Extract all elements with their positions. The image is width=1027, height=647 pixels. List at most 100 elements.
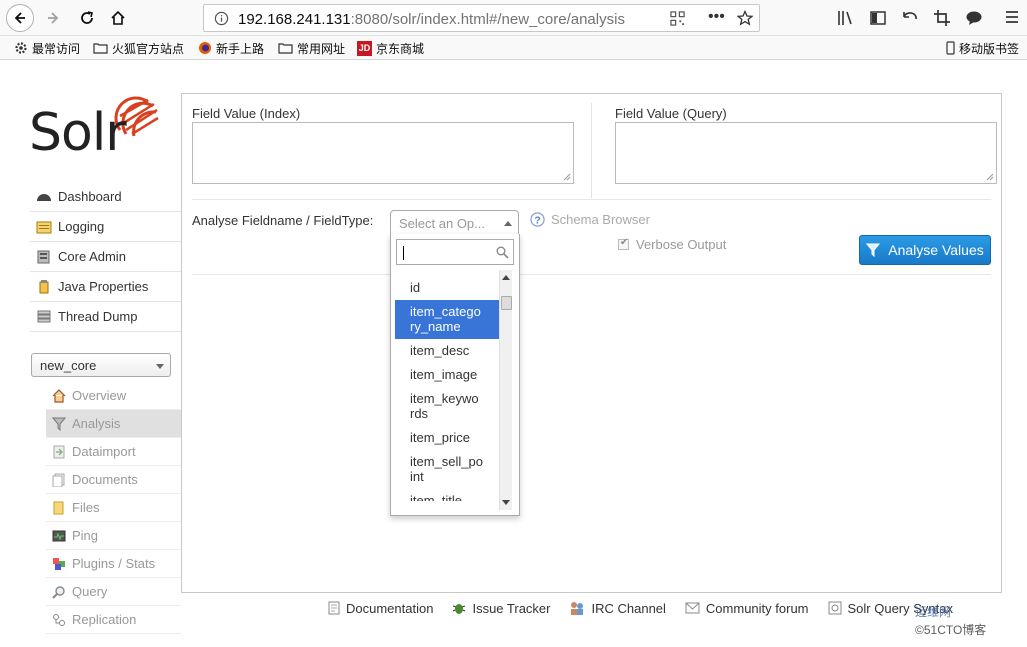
dropdown-option[interactable]: item_title — [395, 489, 499, 501]
dropdown-option[interactable]: item_keywo rds — [395, 387, 499, 426]
java-properties-icon — [36, 279, 52, 294]
replication-icon — [52, 613, 66, 627]
library-icon[interactable] — [837, 9, 855, 27]
overview-icon — [52, 388, 66, 403]
chevron-down-icon — [156, 364, 164, 369]
footer-documentation-link[interactable]: Documentation — [328, 600, 433, 616]
core-menu-item-query[interactable]: Query — [46, 578, 181, 606]
analyse-values-button[interactable]: Analyse Values — [859, 235, 991, 265]
documents-icon — [52, 473, 66, 487]
core-menu: Overview Analysis Dataimport Documents F… — [46, 382, 181, 634]
url-bar[interactable]: 192.168.241.131:8080/solr/index.html#/ne… — [203, 4, 760, 32]
bookmark-jd[interactable]: JD 京东商城 — [357, 40, 424, 56]
crop-icon[interactable] — [933, 9, 951, 27]
dropdown-option[interactable]: item_image — [395, 363, 499, 387]
back-button[interactable] — [6, 4, 34, 32]
scrollbar-thumb[interactable] — [501, 296, 512, 310]
ping-icon — [52, 529, 66, 543]
chat-icon[interactable] — [965, 9, 983, 27]
text-cursor — [403, 246, 404, 260]
forward-arrow-icon — [48, 12, 59, 24]
core-selector[interactable]: new_core — [31, 353, 171, 377]
people-icon — [571, 602, 584, 615]
menu-item-dashboard[interactable]: Dashboard — [30, 182, 181, 212]
footer-links: Documentation Issue Tracker IRC Channel … — [328, 600, 972, 616]
checkbox-checked-icon[interactable] — [618, 237, 629, 250]
scroll-down-arrow-icon[interactable] — [502, 500, 510, 506]
folder-icon — [93, 43, 108, 54]
mail-icon — [685, 602, 700, 614]
bookmark-mobile[interactable]: 移动版书签 — [946, 40, 1019, 56]
info-icon[interactable] — [214, 11, 229, 26]
undo-icon[interactable] — [901, 9, 919, 27]
dataimport-icon — [52, 445, 66, 459]
bug-icon — [453, 604, 466, 614]
watermark: ©51CTO博客 — [915, 623, 987, 637]
logging-icon — [36, 220, 52, 234]
bookmark-firefox-official[interactable]: 火狐官方站点 — [93, 40, 184, 56]
core-menu-item-plugins-stats[interactable]: Plugins / Stats — [46, 550, 181, 578]
dropdown-option[interactable]: id — [395, 276, 499, 300]
chevron-up-icon — [504, 221, 512, 226]
back-arrow-icon — [14, 12, 25, 24]
folder-icon — [278, 43, 293, 54]
footer-community-forum-link[interactable]: Community forum — [685, 600, 809, 616]
verbose-output-checkbox[interactable]: Verbose Output — [618, 237, 726, 252]
hamburger-menu-icon[interactable] — [1004, 9, 1020, 25]
resize-handle-icon[interactable] — [986, 173, 994, 181]
qr-code-icon[interactable] — [670, 11, 685, 26]
document-icon — [328, 601, 340, 615]
field-value-query-input[interactable] — [615, 122, 997, 184]
core-menu-item-ping[interactable]: Ping — [46, 522, 181, 550]
fieldname-select[interactable]: Select an Op... — [390, 210, 519, 235]
resize-handle-icon[interactable] — [563, 173, 571, 181]
firefox-icon — [199, 42, 211, 54]
reload-button[interactable] — [74, 5, 100, 31]
core-menu-item-analysis[interactable]: Analysis — [46, 410, 181, 438]
help-icon: ? — [530, 212, 545, 227]
dropdown-option[interactable]: item_sell_po int — [395, 450, 499, 489]
dashboard-icon — [36, 190, 52, 204]
fieldname-dropdown: id item_catego ry_name item_desc item_im… — [390, 234, 520, 516]
schema-browser-link[interactable]: ? Schema Browser — [530, 212, 650, 227]
dropdown-option[interactable]: item_price — [395, 426, 499, 450]
scroll-up-arrow-icon[interactable] — [502, 274, 510, 280]
dropdown-option[interactable]: item_desc — [395, 339, 499, 363]
plugins-icon — [52, 557, 66, 571]
watermark: 运维网 — [915, 605, 952, 619]
menu-item-java-properties[interactable]: Java Properties — [30, 272, 181, 302]
browser-toolbar: 192.168.241.131:8080/solr/index.html#/ne… — [0, 0, 1027, 36]
core-admin-icon — [36, 250, 52, 264]
core-menu-item-overview[interactable]: Overview — [46, 382, 181, 410]
divider — [591, 103, 592, 198]
bookmark-common-sites[interactable]: 常用网址 — [278, 40, 345, 56]
core-menu-item-replication[interactable]: Replication — [46, 606, 181, 634]
fieldname-label: Analyse Fieldname / FieldType: — [192, 213, 374, 228]
forward-button[interactable] — [40, 5, 66, 31]
footer-issue-tracker-link[interactable]: Issue Tracker — [452, 600, 550, 616]
menu-item-core-admin[interactable]: Core Admin — [30, 242, 181, 272]
home-button[interactable] — [105, 5, 131, 31]
menu-item-thread-dump[interactable]: Thread Dump — [30, 302, 181, 332]
thread-dump-icon — [36, 310, 52, 324]
reload-icon — [81, 11, 93, 24]
bookmark-getting-started[interactable]: 新手上路 — [198, 40, 264, 56]
core-menu-item-files[interactable]: Files — [46, 494, 181, 522]
funnel-icon — [866, 243, 881, 257]
field-value-index-label: Field Value (Index) — [192, 106, 301, 121]
sidebar-icon[interactable] — [869, 9, 887, 27]
core-menu-item-documents[interactable]: Documents — [46, 466, 181, 494]
page-actions-icon[interactable]: ••• — [708, 8, 725, 26]
footer-irc-channel-link[interactable]: IRC Channel — [569, 600, 666, 616]
dropdown-scrollbar[interactable] — [499, 270, 512, 510]
dropdown-option-highlighted[interactable]: item_catego ry_name — [395, 300, 499, 339]
core-menu-item-dataimport[interactable]: Dataimport — [46, 438, 181, 466]
dropdown-search-input[interactable] — [396, 239, 514, 265]
bookmarks-bar: 最常访问 火狐官方站点 新手上路 常用网址 JD 京东商城 移动版书签 — [0, 36, 1027, 60]
bookmark-most-visited[interactable]: 最常访问 — [14, 40, 80, 56]
bookmark-star-icon[interactable] — [737, 10, 753, 26]
query-syntax-icon — [828, 601, 841, 615]
field-value-index-input[interactable] — [192, 122, 574, 184]
menu-item-logging[interactable]: Logging — [30, 212, 181, 242]
divider — [192, 199, 991, 200]
